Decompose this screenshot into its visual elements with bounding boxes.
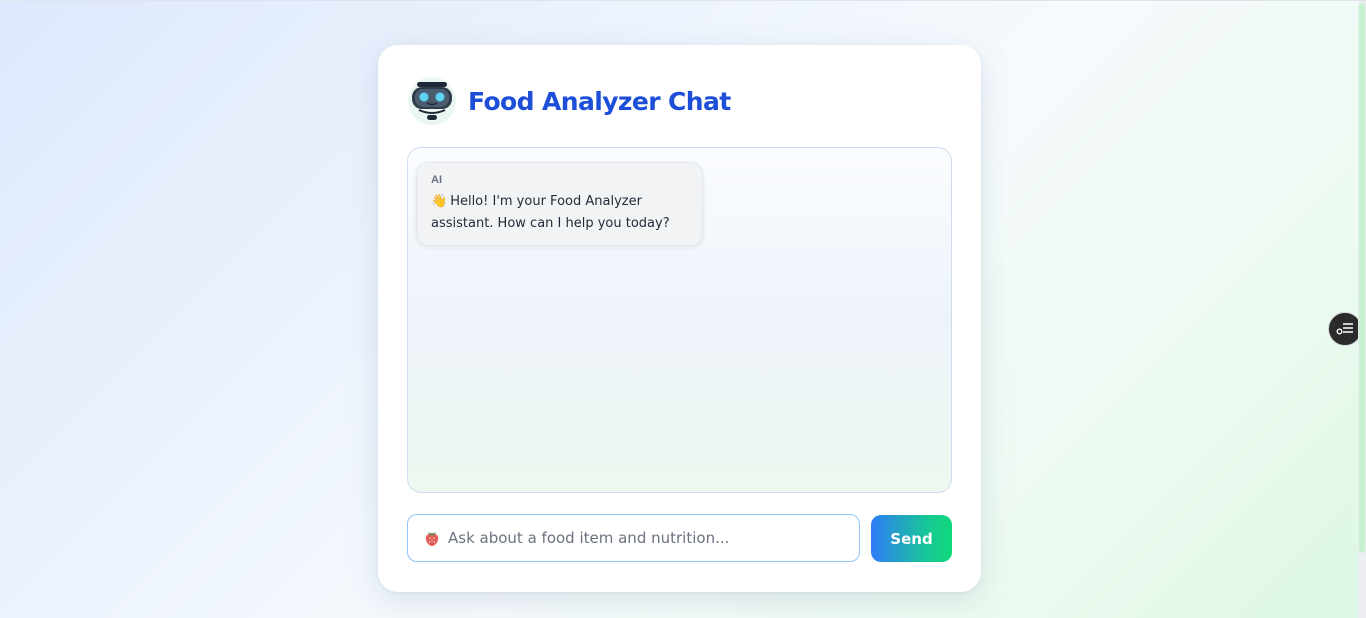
ai-message: AI 👋 Hello! I'm your Food Analyzer assist… xyxy=(416,162,703,246)
message-sender: AI xyxy=(431,174,442,186)
chat-header: Food Analyzer Chat xyxy=(407,76,731,126)
message-text: 👋 Hello! I'm your Food Analyzer assistant… xyxy=(431,191,688,235)
waving-hand-icon: 👋 xyxy=(431,194,448,209)
message-body: Hello! I'm your Food Analyzer assistant.… xyxy=(431,194,670,231)
message-input[interactable] xyxy=(448,529,828,547)
message-list[interactable]: AI 👋 Hello! I'm your Food Analyzer assist… xyxy=(407,147,952,493)
scrollbar-thumb[interactable] xyxy=(1359,3,1365,553)
page-title: Food Analyzer Chat xyxy=(468,86,731,116)
settings-list-icon[interactable] xyxy=(1328,312,1362,346)
message-input-wrapper[interactable] xyxy=(407,514,860,562)
send-button[interactable]: Send xyxy=(871,515,952,562)
strawberry-icon xyxy=(425,532,439,546)
chat-card: Food Analyzer Chat AI 👋 Hello! I'm your F… xyxy=(378,45,981,592)
robot-icon xyxy=(408,77,456,125)
